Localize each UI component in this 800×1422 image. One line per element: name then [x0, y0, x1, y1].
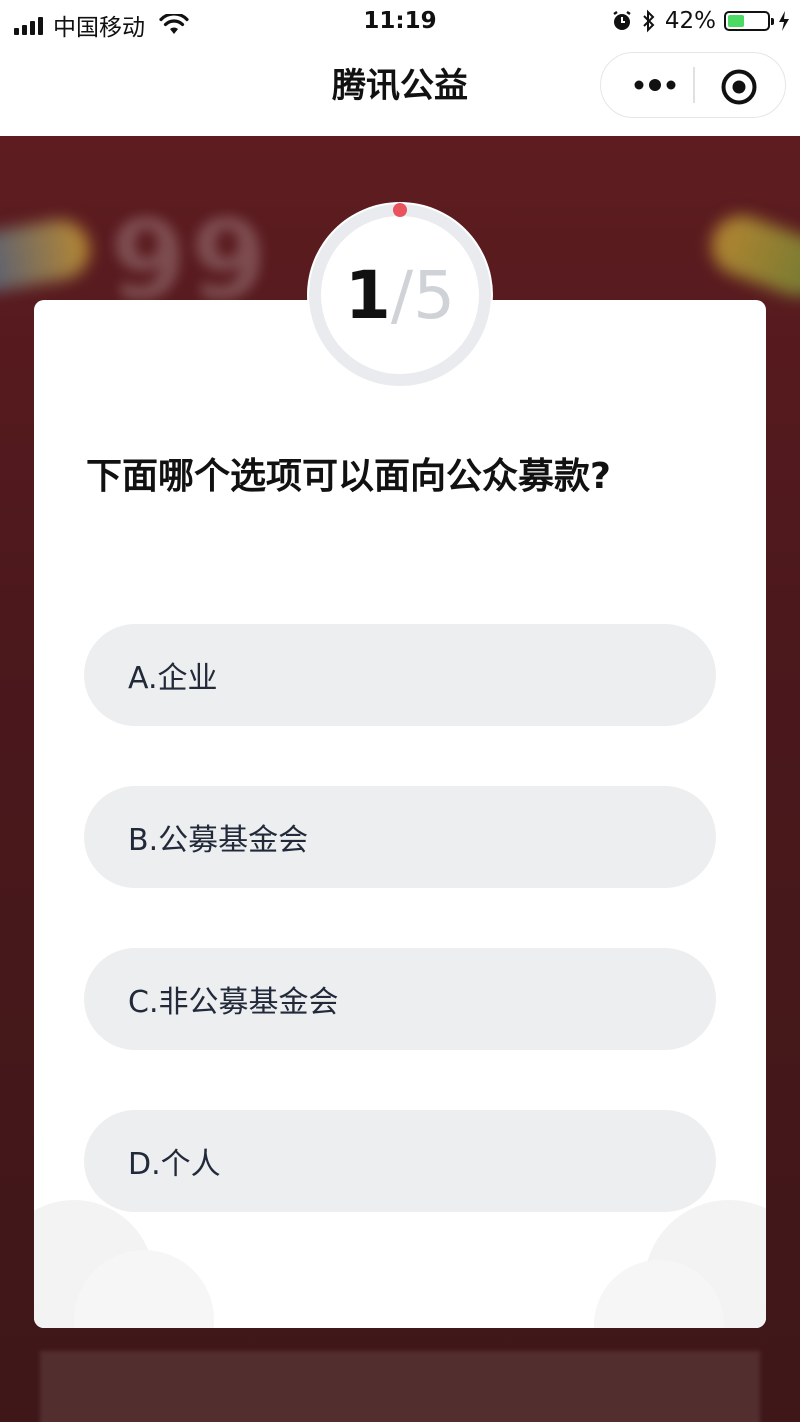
- mini-program-capsule: [600, 52, 786, 118]
- option-label: B.公募基金会: [128, 823, 309, 858]
- current-question-number: 1: [344, 256, 391, 334]
- charging-icon: [779, 11, 789, 31]
- option-d[interactable]: D.个人: [84, 1110, 716, 1212]
- close-icon[interactable]: [719, 67, 759, 107]
- bluetooth-icon: [643, 9, 655, 33]
- option-label: C.非公募基金会: [128, 985, 339, 1020]
- total-questions: 5: [413, 256, 456, 334]
- progress-separator: /: [390, 256, 414, 334]
- capsule-divider: [693, 67, 695, 103]
- battery-icon: [724, 11, 774, 31]
- nav-bar: 腾讯公益: [0, 44, 800, 136]
- option-b[interactable]: B.公募基金会: [84, 786, 716, 888]
- question-progress-ring: 1/5: [307, 202, 493, 388]
- option-a[interactable]: A.企业: [84, 624, 716, 726]
- option-label: D.个人: [128, 1147, 221, 1182]
- battery-percent: 42%: [664, 8, 716, 34]
- more-icon[interactable]: [625, 73, 685, 97]
- alarm-icon: [613, 11, 631, 30]
- status-bar: 中国移动 11:19 42%: [0, 0, 800, 44]
- option-label: A.企业: [128, 661, 218, 696]
- option-c[interactable]: C.非公募基金会: [84, 948, 716, 1050]
- question-text: 下面哪个选项可以面向公众募款?: [86, 456, 611, 497]
- status-right: 42%: [611, 8, 790, 34]
